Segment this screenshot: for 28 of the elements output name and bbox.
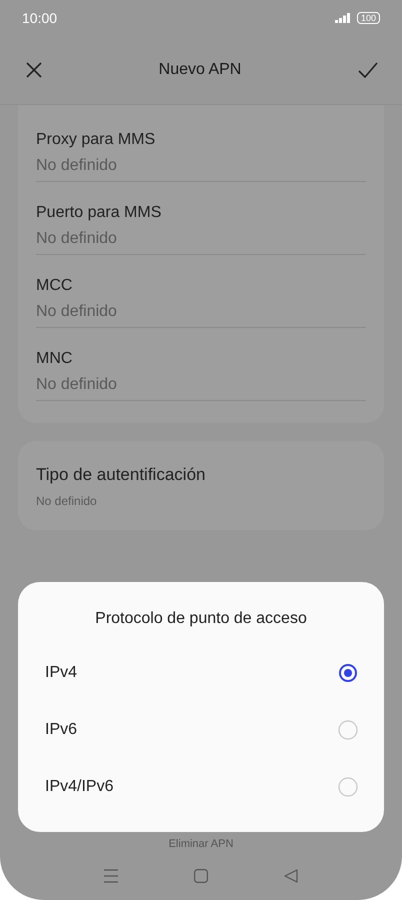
protocol-option[interactable]: IPv4/IPv6 [18, 758, 384, 815]
field-value[interactable]: No definido [36, 303, 366, 321]
field-label: MNC [36, 350, 74, 368]
field-label: Proxy para MMS [36, 131, 156, 149]
protocol-option[interactable]: IPv4 [18, 644, 384, 701]
check-icon[interactable] [358, 62, 378, 78]
field-value[interactable]: No definido [36, 376, 366, 394]
radio-button[interactable] [338, 662, 358, 682]
field-value[interactable]: No definido [36, 230, 366, 248]
signal-icon [334, 13, 351, 23]
back-icon[interactable] [284, 869, 298, 883]
battery-level: 100 [356, 12, 380, 24]
radio-button[interactable] [338, 720, 358, 740]
close-icon[interactable] [26, 62, 42, 78]
field-value: No definido [36, 494, 98, 508]
delete-apn-button[interactable]: Eliminar APN [168, 838, 234, 850]
radio-button[interactable] [338, 776, 358, 796]
field-label: Puerto para MMS [36, 204, 162, 222]
dialog-title: Protocolo de punto de acceso [94, 610, 308, 628]
screen-title: Nuevo APN [158, 61, 242, 79]
menu-icon[interactable] [104, 869, 118, 883]
auth-card[interactable]: Tipo de autentificación No definido [18, 441, 384, 530]
field-label: Tipo de autentificación [36, 465, 206, 485]
home-icon[interactable] [194, 869, 208, 883]
protocol-option[interactable]: IPv6 [18, 701, 384, 758]
status-time: 10:00 [22, 10, 58, 26]
field-label: MCC [36, 277, 74, 295]
field-value[interactable]: No definido [36, 157, 366, 175]
